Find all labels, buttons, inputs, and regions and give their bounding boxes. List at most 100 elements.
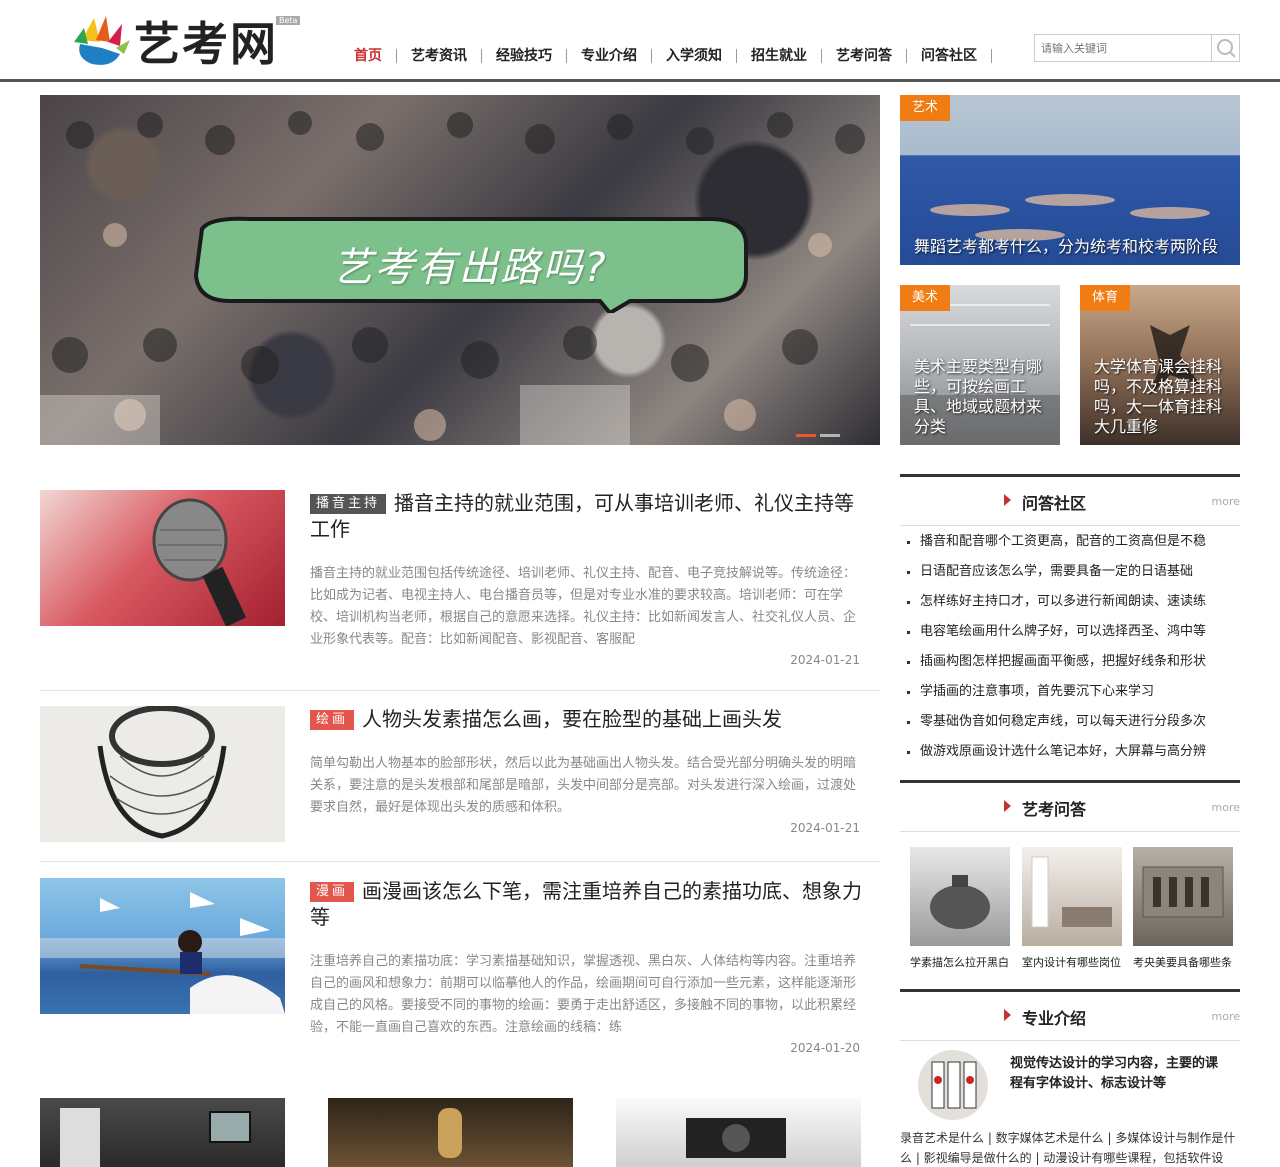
search-button[interactable]: [1211, 35, 1239, 61]
qa-list-item[interactable]: 播音和配音哪个工资更高，配音的工资高但是不稳: [900, 528, 1240, 558]
site-logo[interactable]: 艺考网 Beta: [72, 8, 302, 71]
qa-list-item[interactable]: 做游戏原画设计选什么笔记本好，大屏幕与高分辨: [900, 738, 1240, 768]
carousel-dot[interactable]: [820, 434, 840, 437]
qa-list: 播音和配音哪个工资更高，配音的工资高但是不稳 日语配音应该怎么学，需要具备一定的…: [900, 528, 1240, 768]
article-title-text[interactable]: 人物头发素描怎么画，要在脸型的基础上画头发: [362, 707, 782, 731]
feature-card-art[interactable]: 艺术 舞蹈艺考都考什么，分为统考和校考两阶段: [900, 95, 1240, 265]
card-caption[interactable]: 舞蹈艺考都考什么，分为统考和校考两阶段: [914, 237, 1230, 257]
article-summary: 播音主持的就业范围包括传统途径、培训老师、礼仪主持、配音、电子竞技解说等。传统途…: [310, 566, 857, 647]
academy-gate-photo: [1142, 866, 1224, 918]
article-summary: 注重培养自己的素描功底：学习素描基础知识，掌握透视、黑白灰、人体结构等内容。注重…: [310, 954, 857, 1035]
feature-card-sport[interactable]: 体育 大学体育课会挂科吗，不及格算挂科吗，大一体育挂科大几重修: [1080, 285, 1240, 445]
section-title[interactable]: 问答社区: [1022, 490, 1086, 514]
nav-item-majors[interactable]: 专业介绍: [567, 49, 652, 63]
sidebar-section-header: 专业介绍 more: [900, 989, 1240, 1041]
article-item: 绘画 人物头发素描怎么画，要在脸型的基础上画头发 简单勾勒出人物基本的脸部形状，然…: [40, 706, 880, 862]
article-thumb[interactable]: [40, 706, 285, 842]
ask-item[interactable]: 考央美要具备哪些条: [1133, 847, 1233, 970]
anime-witch-photo: [40, 892, 285, 1014]
card-tag: 美术: [900, 285, 951, 311]
sidebar-section-header: 艺考问答 more: [900, 780, 1240, 832]
article-title-text[interactable]: 播音主持的就业范围，可从事培训老师、礼仪主持等工作: [310, 491, 854, 541]
ask-caption[interactable]: 室内设计有哪些岗位: [1022, 954, 1122, 970]
article-title-text[interactable]: 画漫画该怎么下笔，需注重培养自己的素描功底、想象力等: [310, 879, 862, 929]
logo-wordmark: 艺考网: [134, 17, 278, 71]
nav-item-admission[interactable]: 入学须知: [652, 49, 737, 63]
nav-item-home[interactable]: 首页: [340, 49, 397, 63]
nav-item-community[interactable]: 问答社区: [907, 49, 992, 63]
bottom-thumb[interactable]: [328, 1098, 573, 1167]
camera-photo: [686, 1118, 786, 1158]
more-link[interactable]: more: [1212, 801, 1241, 814]
card-caption[interactable]: 美术主要类型有哪些，可按绘画工具、地域或题材来分类: [914, 357, 1050, 437]
microphone-photo: [152, 498, 247, 626]
studio-mic-photo: [438, 1108, 462, 1158]
search-box: [1034, 34, 1240, 62]
hair-sketch-photo: [97, 706, 227, 839]
speech-bubble: 艺考有出路吗?: [190, 215, 750, 313]
card-caption[interactable]: 大学体育课会挂科吗，不及格算挂科吗，大一体育挂科大几重修: [1094, 357, 1230, 437]
article-item: 漫画 画漫画该怎么下笔，需注重培养自己的素描功底、想象力等 注重培养自己的素描功底…: [40, 878, 880, 1063]
nav-item-news[interactable]: 艺考资讯: [397, 49, 482, 63]
article-title[interactable]: 漫画 画漫画该怎么下笔，需注重培养自己的素描功底、想象力等: [310, 878, 870, 930]
ask-caption[interactable]: 学素描怎么拉开黑白: [910, 954, 1010, 970]
article-summary: 简单勾勒出人物基本的脸部形状，然后以此为基础画出人物头发。结合受光部分明确头发的…: [310, 756, 857, 815]
major-feature-title[interactable]: 视觉传达设计的学习内容，主要的课程有字体设计、标志设计等: [1010, 1054, 1230, 1094]
studio-room-photo: [60, 1108, 251, 1167]
design-poster-photo: [931, 1061, 977, 1109]
qa-list-item[interactable]: 插画构图怎样把握画面平衡感，把握好线条和形状: [900, 648, 1240, 678]
bottom-thumb[interactable]: [616, 1098, 861, 1167]
article-thumb[interactable]: [40, 490, 285, 626]
section-arrow-icon: [1004, 1009, 1011, 1021]
article-category[interactable]: 绘画: [310, 710, 355, 730]
article-category[interactable]: 播音主持: [310, 494, 387, 514]
qa-list-item[interactable]: 电容笔绘画用什么牌子好，可以选择西圣、鸿中等: [900, 618, 1240, 648]
article-thumb[interactable]: [40, 878, 285, 1014]
search-input[interactable]: [1035, 35, 1211, 61]
ask-item[interactable]: 室内设计有哪些岗位: [1022, 847, 1122, 970]
feature-card-fine-art[interactable]: 美术 美术主要类型有哪些，可按绘画工具、地域或题材来分类: [900, 285, 1060, 445]
qa-list-item[interactable]: 零基础伪音如何稳定声线，可以每天进行分段多次: [900, 708, 1240, 738]
card-tag: 体育: [1080, 285, 1131, 311]
hero-headline: 艺考有出路吗?: [332, 245, 608, 291]
article-title[interactable]: 绘画 人物头发素描怎么画，要在脸型的基础上画头发: [310, 706, 870, 732]
ask-thumb[interactable]: [1022, 847, 1122, 946]
major-links[interactable]: 录音艺术是什么 | 数字媒体艺术是什么 | 多媒体设计与制作是什么 | 影视编导…: [900, 1128, 1240, 1167]
article-category[interactable]: 漫画: [310, 882, 355, 902]
nav-item-careers[interactable]: 招生就业: [737, 49, 822, 63]
main-nav: 首页 艺考资讯 经验技巧 专业介绍 入学须知 招生就业 艺考问答 问答社区: [340, 46, 992, 66]
article-title[interactable]: 播音主持 播音主持的就业范围，可从事培训老师、礼仪主持等工作: [310, 490, 870, 542]
carousel-dots: [796, 434, 840, 437]
qa-list-item[interactable]: 学插画的注意事项，首先要沉下心来学习: [900, 678, 1240, 708]
article-item: 播音主持 播音主持的就业范围，可从事培训老师、礼仪主持等工作 播音主持的就业范围包…: [40, 490, 880, 691]
article-date: 2024-01-20: [790, 1041, 860, 1055]
section-title[interactable]: 艺考问答: [1022, 796, 1086, 820]
hero-banner[interactable]: 艺考有出路吗?: [40, 95, 880, 445]
qa-list-item[interactable]: 日语配音应该怎么学，需要具备一定的日语基础: [900, 558, 1240, 588]
card-tag: 艺术: [900, 95, 951, 121]
sidebar-section-header: 问答社区 more: [900, 474, 1240, 526]
site-header: 艺考网 Beta 首页 艺考资讯 经验技巧 专业介绍 入学须知 招生就业 艺考问…: [0, 0, 1280, 82]
more-link[interactable]: more: [1212, 495, 1241, 508]
logo-hand-icon: [74, 16, 130, 65]
article-date: 2024-01-21: [790, 653, 860, 667]
ask-item[interactable]: 学素描怎么拉开黑白: [910, 847, 1010, 970]
nav-item-qa[interactable]: 艺考问答: [822, 49, 907, 63]
section-arrow-icon: [1004, 494, 1011, 506]
ask-caption[interactable]: 考央美要具备哪些条: [1133, 954, 1233, 970]
major-thumb[interactable]: [918, 1050, 988, 1120]
search-icon: [1217, 39, 1236, 58]
teapot-sketch-photo: [930, 875, 990, 929]
qa-list-item[interactable]: 怎样练好主持口才，可以多进行新闻朗读、速读练: [900, 588, 1240, 618]
interior-photo: [1031, 856, 1112, 928]
more-link[interactable]: more: [1212, 1010, 1241, 1023]
beta-badge: Beta: [276, 16, 301, 25]
bottom-thumb[interactable]: [40, 1098, 285, 1167]
article-date: 2024-01-21: [790, 821, 860, 835]
ask-thumb[interactable]: [910, 847, 1010, 946]
nav-item-tips[interactable]: 经验技巧: [482, 49, 567, 63]
section-arrow-icon: [1004, 800, 1011, 812]
ask-thumb[interactable]: [1133, 847, 1233, 946]
section-title[interactable]: 专业介绍: [1022, 1005, 1086, 1029]
carousel-dot[interactable]: [796, 434, 816, 437]
